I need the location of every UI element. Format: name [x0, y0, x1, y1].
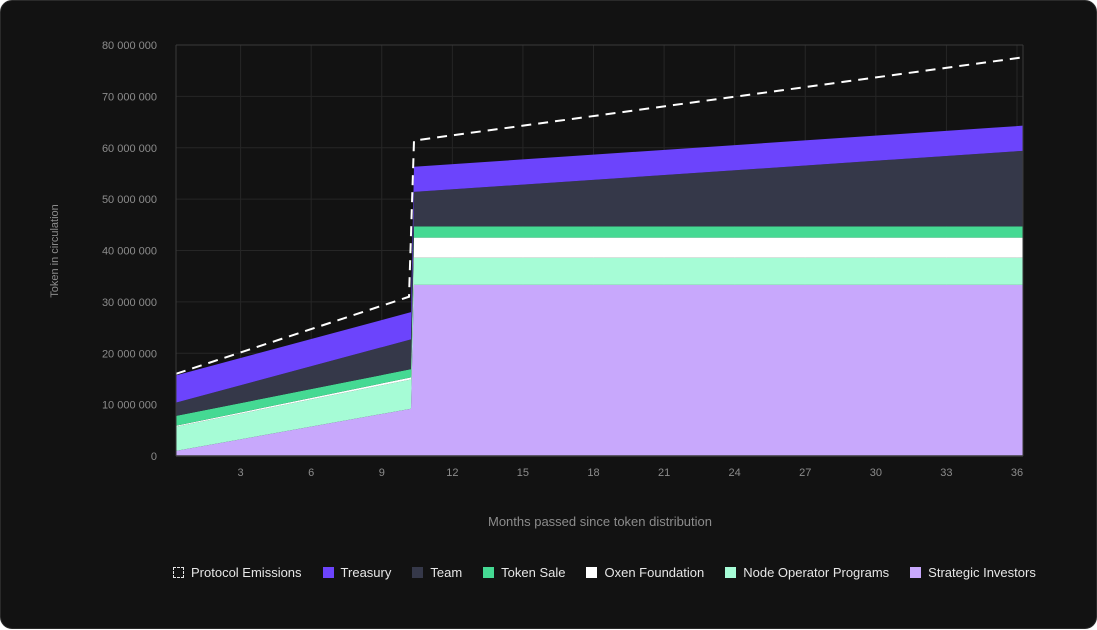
x-tick-label: 24 — [729, 467, 741, 479]
x-tick-label: 18 — [587, 467, 599, 479]
x-tick-label: 12 — [446, 467, 458, 479]
legend-item-treasury[interactable]: Treasury — [322, 565, 392, 580]
y-tick-label: 40 000 000 — [102, 246, 157, 258]
legend-swatch-icon — [322, 567, 334, 578]
legend-label: Node Operator Programs — [743, 565, 890, 580]
x-tick-label: 3 — [238, 467, 244, 479]
legend-item-token-sale[interactable]: Token Sale — [483, 565, 565, 580]
legend-label: Token Sale — [501, 565, 566, 580]
x-tick-label: 15 — [517, 467, 529, 479]
x-tick-label: 27 — [799, 467, 811, 479]
legend-item-node-operator-programs[interactable]: Node Operator Programs — [725, 565, 889, 580]
y-tick-label: 10 000 000 — [102, 400, 157, 412]
legend-label: Oxen Foundation — [604, 565, 705, 580]
legend-swatch-icon — [483, 567, 495, 578]
y-axis-title: Token in circulation — [49, 204, 61, 298]
x-tick-label: 36 — [1011, 467, 1023, 479]
x-tick-label: 30 — [870, 467, 882, 479]
legend-label: Treasury — [340, 565, 392, 580]
y-axis-ticks: 0 10 000 000 20 000 000 30 000 000 40 000 00… — [102, 40, 157, 463]
stacked-area-chart: 0 10 000 000 20 000 000 30 000 000 40 000 00… — [49, 40, 1024, 529]
y-tick-label: 30 000 000 — [102, 297, 157, 309]
y-tick-label: 0 — [151, 451, 157, 463]
y-tick-label: 20 000 000 — [102, 348, 157, 360]
legend-label: Team — [430, 565, 463, 580]
legend-swatch-icon — [725, 567, 737, 578]
x-tick-label: 9 — [379, 467, 385, 479]
legend-item-team[interactable]: Team — [412, 565, 462, 580]
x-axis-ticks: 3 6 9 12 15 18 21 24 27 30 33 36 — [238, 467, 1024, 479]
chart-legend: Protocol Emissions Treasury Team Token Sale… — [173, 565, 1057, 580]
legend-label: Protocol Emissions — [191, 565, 302, 580]
legend-item-oxen-foundation[interactable]: Oxen Foundation — [586, 565, 704, 580]
legend-label: Strategic Investors — [928, 565, 1036, 580]
x-tick-label: 33 — [940, 467, 952, 479]
y-tick-label: 60 000 000 — [102, 143, 157, 155]
legend-swatch-icon — [173, 567, 184, 578]
x-tick-label: 21 — [658, 467, 670, 479]
y-tick-label: 80 000 000 — [102, 40, 157, 52]
legend-swatch-icon — [586, 567, 598, 578]
legend-swatch-icon — [910, 567, 922, 578]
legend-item-strategic-investors[interactable]: Strategic Investors — [910, 565, 1036, 580]
legend-item-protocol-emissions[interactable]: Protocol Emissions — [173, 565, 302, 580]
y-tick-label: 70 000 000 — [102, 91, 157, 103]
legend-swatch-icon — [412, 567, 424, 578]
chart-card: 0 10 000 000 20 000 000 30 000 000 40 000 00… — [0, 0, 1097, 629]
y-tick-label: 50 000 000 — [102, 194, 157, 206]
x-tick-label: 6 — [308, 467, 314, 479]
x-axis-title: Months passed since token distribution — [488, 514, 712, 529]
area-series — [176, 125, 1023, 456]
